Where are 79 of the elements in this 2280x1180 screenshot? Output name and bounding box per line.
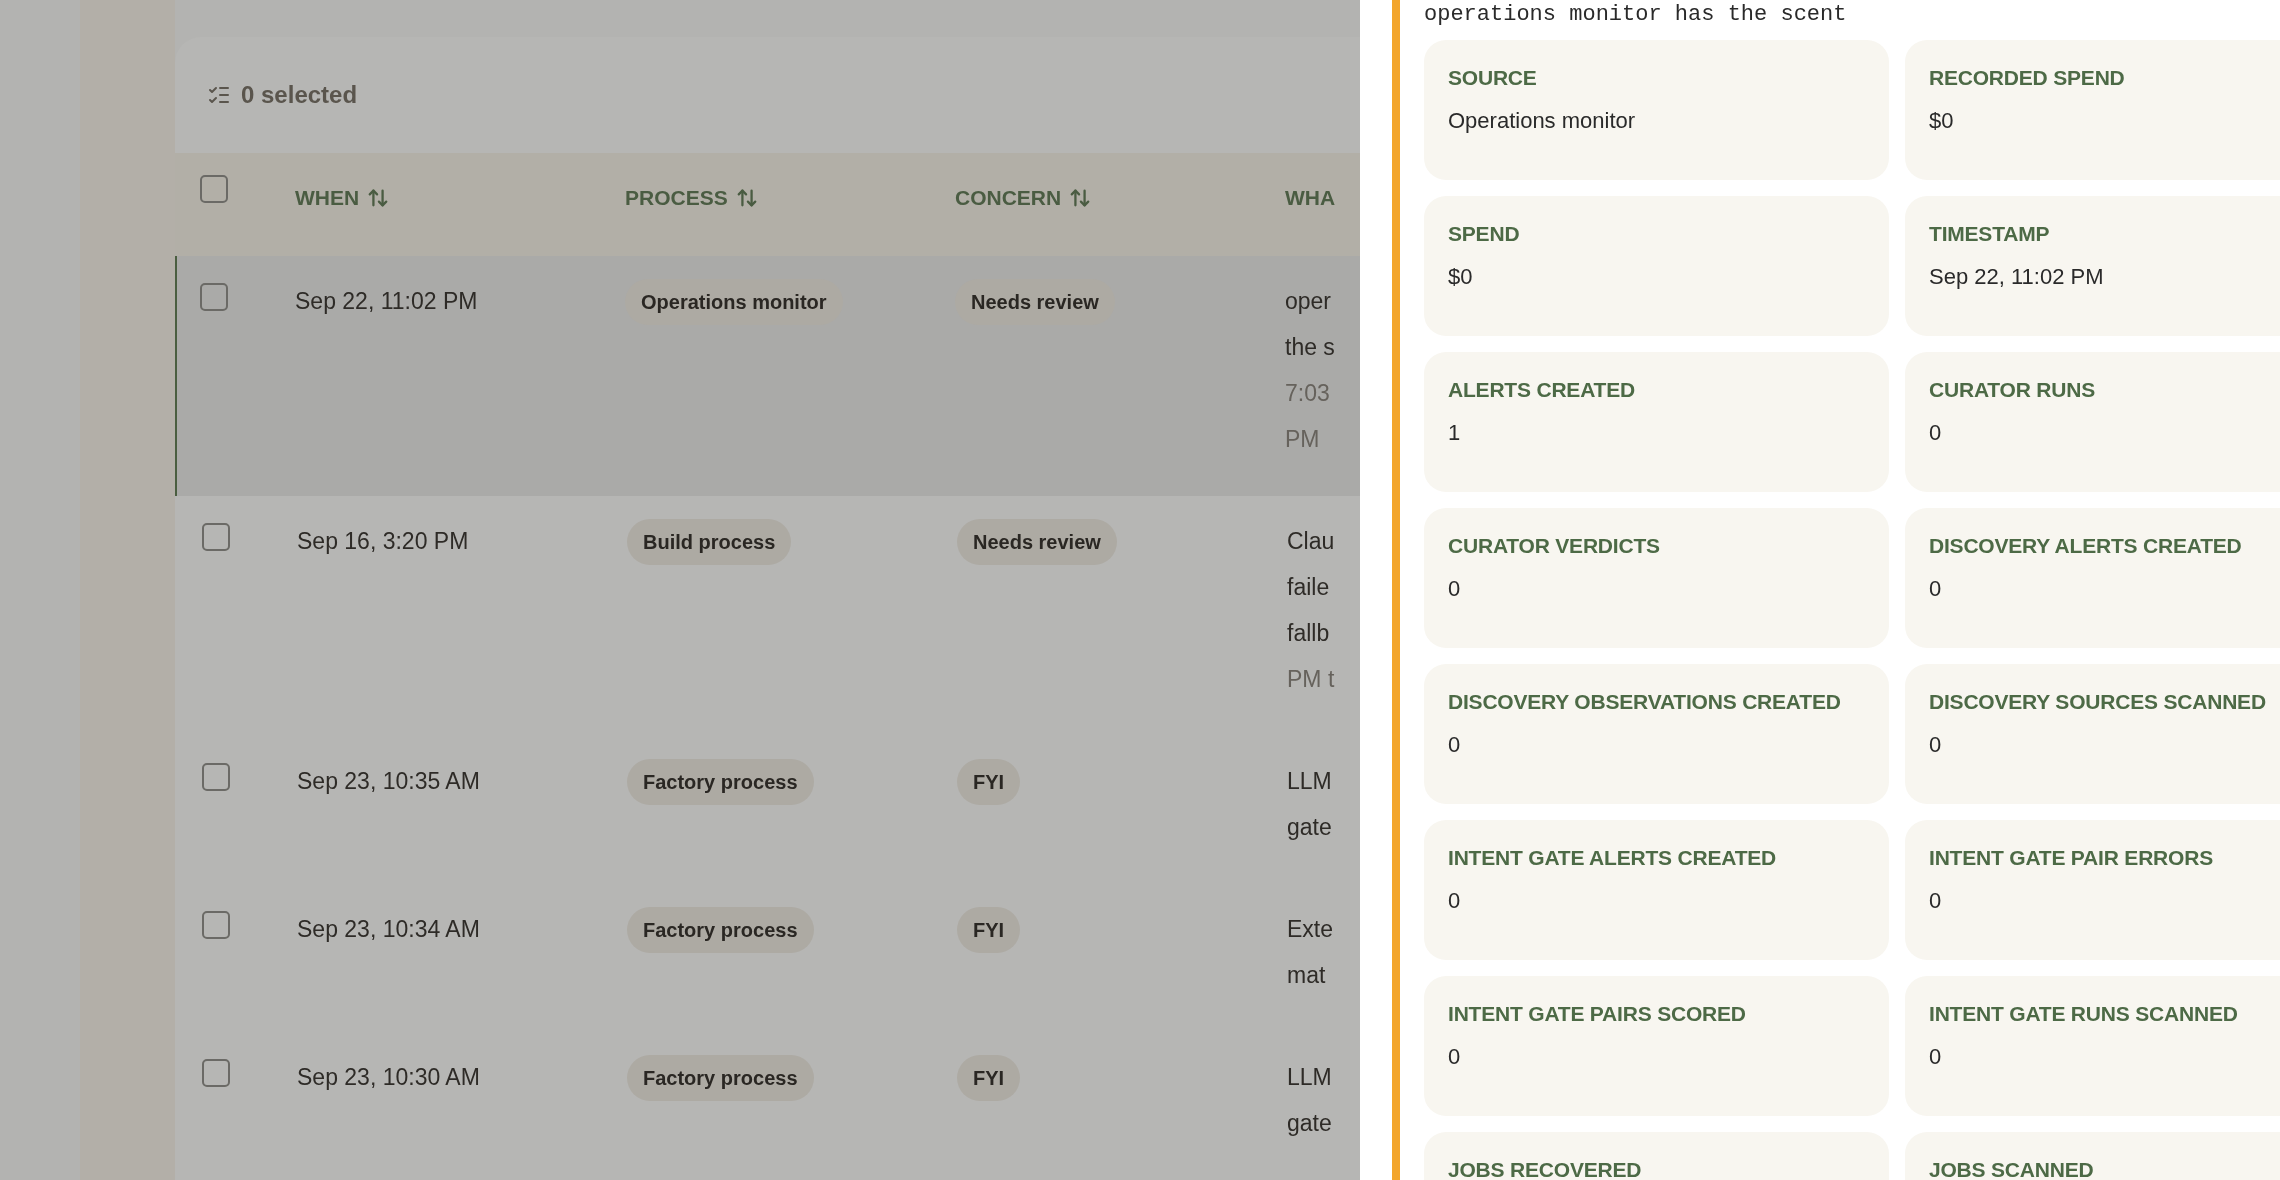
when-cell: Sep 23, 10:35 AM bbox=[297, 768, 480, 794]
process-tag: Operations monitor bbox=[625, 279, 843, 325]
table-row[interactable]: Sep 23, 10:34 AM Factory process FYI Exte mat bbox=[177, 884, 1360, 1032]
process-tag: Factory process bbox=[627, 759, 814, 805]
field-label: INTENT GATE PAIRS SCORED bbox=[1448, 1002, 1747, 1026]
description-text: faile bbox=[1287, 573, 1331, 602]
column-header[interactable]: WHA bbox=[1285, 185, 1336, 210]
concern-tag: FYI bbox=[957, 1055, 1021, 1101]
field-value: 0 bbox=[1448, 732, 1462, 758]
column-header[interactable]: WHEN bbox=[295, 185, 360, 210]
selection-count: 0 selected bbox=[241, 81, 358, 109]
field-value: Operations monitor bbox=[1448, 108, 1637, 134]
field-value: 0 bbox=[1929, 420, 1943, 446]
field-value: 0 bbox=[1929, 732, 1943, 758]
field-label: INTENT GATE PAIR ERRORS bbox=[1929, 846, 2214, 870]
table-row[interactable]: Sep 23, 10:35 AM Factory process FYI LLM gate bbox=[177, 736, 1360, 884]
summary-text: operations monitor has the scent bbox=[1424, 2, 1848, 28]
description-text: gate bbox=[1287, 1109, 1333, 1138]
sort-icon[interactable] bbox=[1069, 186, 1092, 209]
description-text: Exte bbox=[1287, 915, 1335, 944]
when-cell: Sep 22, 11:02 PM bbox=[295, 288, 478, 314]
process-tag: Build process bbox=[627, 519, 792, 565]
field-label: ALERTS CREATED bbox=[1448, 378, 1636, 402]
row-checkbox[interactable] bbox=[202, 523, 230, 551]
concern-tag: FYI bbox=[957, 759, 1021, 805]
field-value: 0 bbox=[1929, 576, 1943, 602]
table-row[interactable]: Sep 16, 3:20 PM Build process Needs review Clau faile fallb PM t bbox=[177, 496, 1360, 736]
description-text: fallb bbox=[1287, 619, 1331, 648]
process-tag: Factory process bbox=[627, 907, 814, 953]
field-label: DISCOVERY SOURCES SCANNED bbox=[1929, 690, 2267, 714]
sort-icon[interactable] bbox=[735, 186, 758, 209]
process-tag: Factory process bbox=[627, 1055, 814, 1101]
column-header[interactable]: CONCERN bbox=[955, 185, 1062, 210]
description-text: gate bbox=[1287, 813, 1333, 842]
description-text: oper bbox=[1285, 287, 1333, 316]
concern-tag: Needs review bbox=[957, 519, 1117, 565]
concern-tag: FYI bbox=[957, 907, 1021, 953]
timestamp-text: PM t bbox=[1287, 665, 1336, 694]
table-row[interactable]: Sep 23, 10:30 AM Factory process FYI LLM gate bbox=[177, 1032, 1360, 1180]
table-row[interactable]: Sep 22, 11:02 PM Operations monitor Needs review oper the s 7:03 PM bbox=[175, 256, 1360, 496]
timestamp-text: PM bbox=[1285, 425, 1321, 454]
field-value: 0 bbox=[1448, 576, 1462, 602]
field-label: RECORDED SPEND bbox=[1929, 66, 2126, 90]
column-header[interactable]: PROCESS bbox=[625, 185, 728, 210]
description-text: LLM bbox=[1287, 1063, 1333, 1092]
description-text: Clau bbox=[1287, 527, 1336, 556]
field-label: INTENT GATE ALERTS CREATED bbox=[1448, 846, 1778, 870]
timestamp-text: 7:03 bbox=[1285, 379, 1331, 408]
field-label: CURATOR RUNS bbox=[1929, 378, 2096, 402]
field-label: INTENT GATE RUNS SCANNED bbox=[1929, 1002, 2239, 1026]
field-label: DISCOVERY OBSERVATIONS CREATED bbox=[1448, 690, 1842, 714]
field-value: Sep 22, 11:02 PM bbox=[1929, 264, 2105, 290]
field-value: 1 bbox=[1448, 420, 1462, 446]
field-label: DISCOVERY ALERTS CREATED bbox=[1929, 534, 2243, 558]
field-label: JOBS SCANNED bbox=[1929, 1158, 2095, 1180]
sort-icon[interactable] bbox=[367, 186, 390, 209]
field-label: CURATOR VERDICTS bbox=[1448, 534, 1661, 558]
field-label: SOURCE bbox=[1448, 66, 1538, 90]
field-label: JOBS RECOVERED bbox=[1448, 1158, 1643, 1180]
row-checkbox[interactable] bbox=[202, 763, 230, 791]
field-value: 0 bbox=[1929, 1044, 1943, 1070]
field-value: 0 bbox=[1448, 888, 1462, 914]
select-all-checkbox[interactable] bbox=[200, 175, 228, 203]
row-checkbox[interactable] bbox=[200, 283, 228, 311]
row-checkbox[interactable] bbox=[202, 911, 230, 939]
description-text: LLM bbox=[1287, 767, 1333, 796]
row-checkbox[interactable] bbox=[202, 1059, 230, 1087]
field-label: TIMESTAMP bbox=[1929, 222, 2051, 246]
when-cell: Sep 16, 3:20 PM bbox=[297, 528, 469, 554]
concern-tag: Needs review bbox=[955, 279, 1115, 325]
description-text: the s bbox=[1285, 333, 1336, 362]
field-value: $0 bbox=[1929, 108, 1955, 134]
field-label: SPEND bbox=[1448, 222, 1521, 246]
when-cell: Sep 23, 10:30 AM bbox=[297, 1064, 480, 1090]
when-cell: Sep 23, 10:34 AM bbox=[297, 916, 480, 942]
field-value: 0 bbox=[1929, 888, 1943, 914]
field-value: 0 bbox=[1448, 1044, 1462, 1070]
field-value: $0 bbox=[1448, 264, 1474, 290]
description-text: mat bbox=[1287, 961, 1327, 990]
